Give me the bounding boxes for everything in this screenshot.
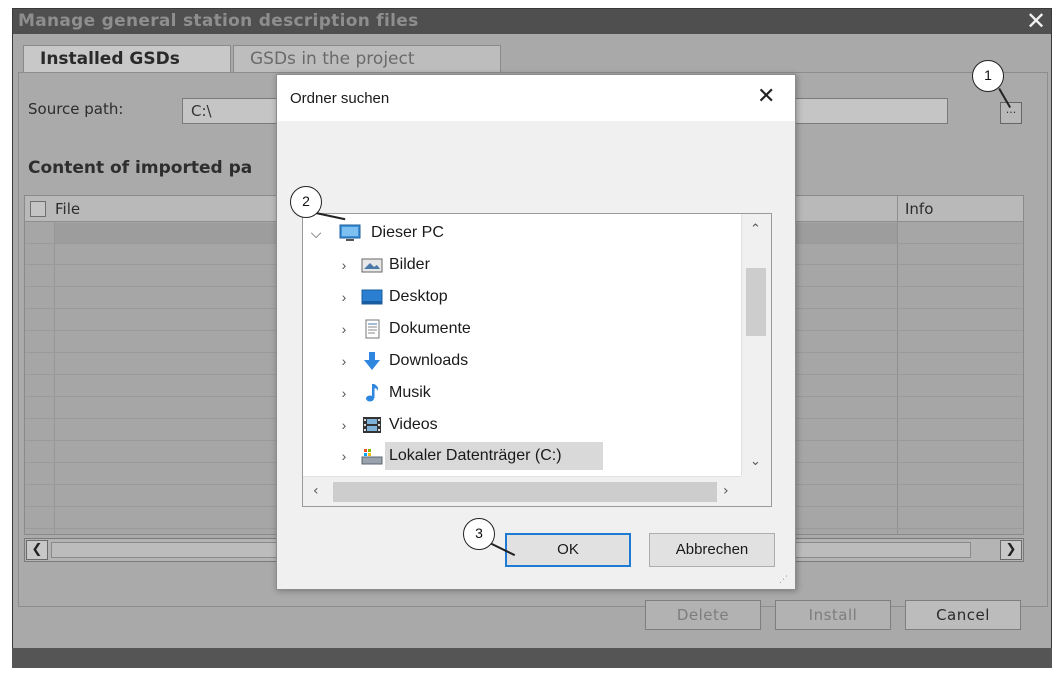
column-header-file[interactable]: File [55, 200, 80, 218]
column-header-info[interactable]: Info [905, 200, 933, 218]
tree-item-label: Videos [389, 416, 438, 433]
window-footer-band [12, 648, 1052, 668]
tab-gsds-in-project[interactable]: GSDs in the project [233, 45, 501, 73]
browse-button[interactable]: ... [1000, 102, 1022, 124]
select-all-checkbox[interactable] [30, 201, 46, 217]
tree-item-label: Dieser PC [371, 224, 444, 241]
tree-horizontal-scrollbar[interactable]: ‹ › [303, 476, 741, 506]
column-divider [54, 222, 55, 534]
tree-item-videos[interactable]: › Videos [337, 412, 717, 438]
ok-button[interactable]: OK [505, 533, 631, 567]
chevron-right-icon[interactable]: › [337, 252, 351, 278]
desktop-folder-icon [361, 287, 383, 307]
tree-item-label: Desktop [389, 288, 448, 305]
tree-item-label: Downloads [389, 352, 469, 369]
music-note-icon [361, 383, 383, 403]
scroll-left-icon[interactable]: ‹ [313, 483, 319, 499]
tree-vertical-scrollbar[interactable]: ⌃ ⌄ [741, 214, 771, 476]
scroll-right-icon[interactable]: › [723, 483, 729, 499]
folder-dialog-title: Ordner suchen [290, 90, 390, 107]
scrollbar-thumb[interactable] [333, 482, 717, 502]
chevron-right-icon[interactable]: › [337, 316, 351, 342]
chevron-right-icon[interactable]: › [337, 443, 351, 469]
tree-item-label: Dokumente [389, 320, 471, 337]
install-button[interactable]: Install [775, 600, 891, 630]
tree-item-label: Lokaler Datenträger (C:) [389, 447, 562, 464]
downloads-arrow-icon [361, 351, 383, 371]
resize-grip-icon[interactable]: ⋰ [779, 575, 788, 585]
window-title: Manage general station description files [18, 11, 419, 31]
tab-installed-gsds[interactable]: Installed GSDs [23, 45, 231, 73]
callout-3: 3 [463, 518, 495, 550]
computer-icon [339, 223, 361, 243]
abbrechen-button[interactable]: Abbrechen [649, 533, 775, 567]
chevron-down-icon[interactable]: ⌵ [309, 220, 323, 246]
callout-2: 2 [290, 186, 322, 218]
tree-item-bilder[interactable]: › Bilder [337, 252, 717, 278]
scrollbar-corner [741, 476, 771, 506]
tree-item-musik[interactable]: › Musik [337, 380, 717, 406]
local-drive-icon [361, 446, 383, 466]
callout-1: 1 [972, 60, 1004, 92]
tree-item-dokumente[interactable]: › Dokumente [337, 316, 717, 342]
window-close-icon[interactable]: ✕ [1023, 9, 1049, 34]
scrollbar-thumb[interactable] [746, 268, 766, 336]
folder-dialog-close-icon[interactable]: ✕ [757, 83, 775, 109]
tree-item-label: Bilder [389, 256, 430, 273]
cancel-button[interactable]: Cancel [905, 600, 1021, 630]
scroll-right-icon[interactable]: ❯ [1000, 540, 1022, 560]
documents-folder-icon [361, 319, 383, 339]
scroll-up-icon[interactable]: ⌃ [750, 222, 761, 237]
tree-item-dieser-pc[interactable]: ⌵ Dieser PC [309, 220, 729, 246]
chevron-right-icon[interactable]: › [337, 380, 351, 406]
delete-button[interactable]: Delete [645, 600, 761, 630]
chevron-right-icon[interactable]: › [337, 412, 351, 438]
folder-browser-dialog: Ordner suchen ✕ ⌵ Dieser PC › Bilder › D… [276, 74, 796, 590]
tree-item-downloads[interactable]: › Downloads [337, 348, 717, 374]
scroll-down-icon[interactable]: ⌄ [750, 454, 761, 469]
chevron-right-icon[interactable]: › [337, 284, 351, 310]
content-heading: Content of imported pa [28, 158, 253, 178]
video-film-icon [361, 415, 383, 435]
folder-tree[interactable]: ⌵ Dieser PC › Bilder › Desktop › Dokumen… [302, 213, 772, 507]
tree-item-desktop[interactable]: › Desktop [337, 284, 717, 310]
tree-item-local-drive[interactable]: › Lokaler Datenträger (C:) [337, 443, 717, 469]
tree-item-label: Musik [389, 384, 431, 401]
scroll-left-icon[interactable]: ❮ [26, 540, 48, 560]
chevron-right-icon[interactable]: › [337, 348, 351, 374]
source-path-label: Source path: [28, 100, 124, 118]
window-titlebar: Manage general station description files… [13, 9, 1051, 34]
pictures-folder-icon [361, 255, 383, 275]
